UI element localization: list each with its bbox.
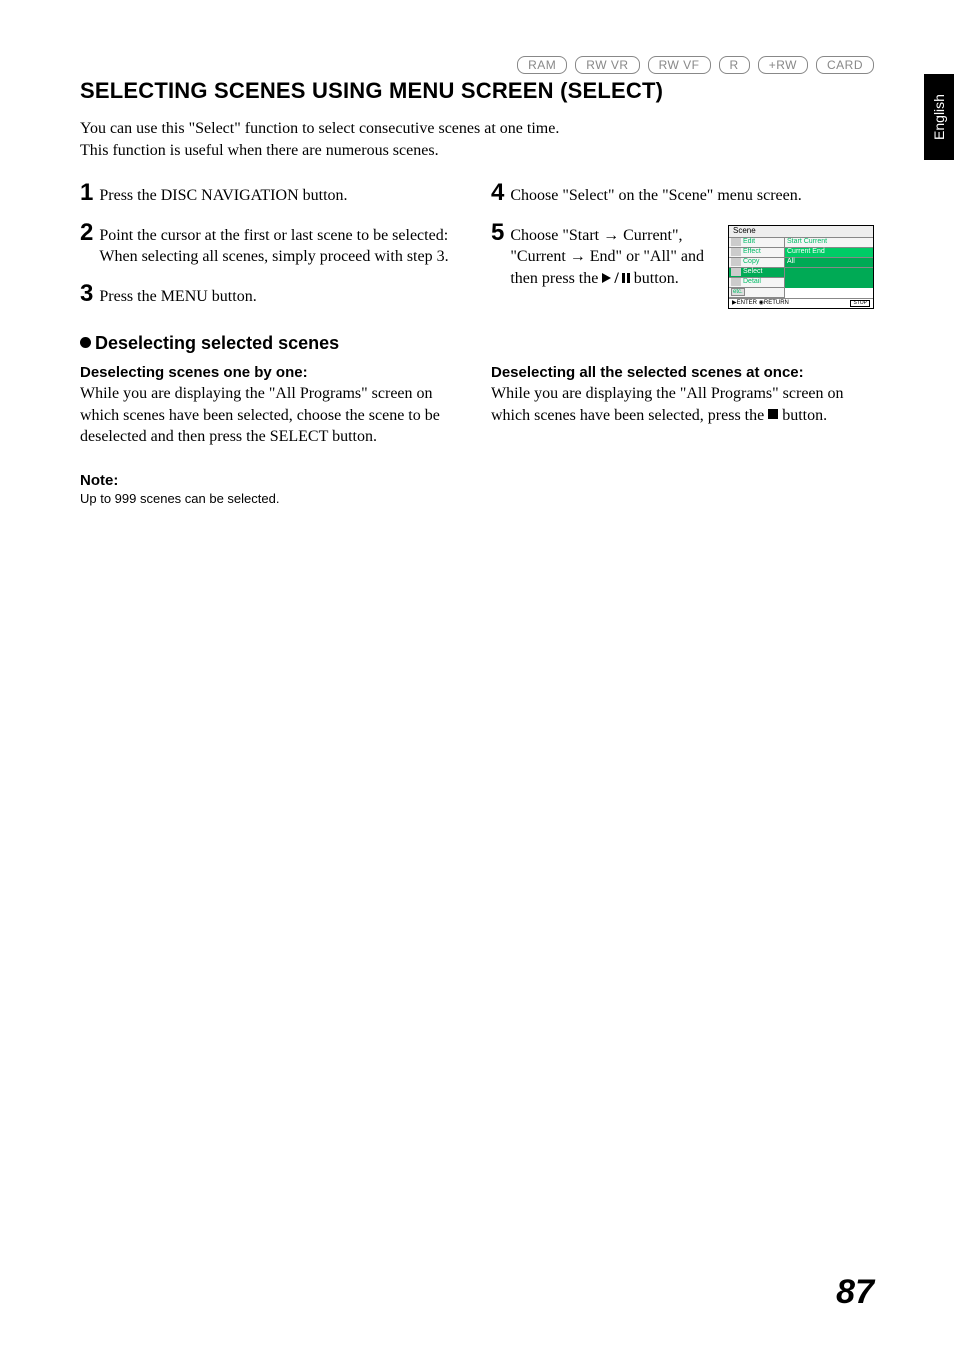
menu-title: Scene: [729, 226, 873, 238]
step-5-num: 5: [491, 221, 504, 309]
step-1-num: 1: [80, 181, 93, 207]
note-label: Note:: [80, 472, 118, 489]
page-title: SELECTING SCENES USING MENU SCREEN (SELE…: [80, 78, 874, 104]
step-1: 1 Press the DISC NAVIGATION button.: [80, 181, 463, 207]
note-body: Up to 999 scenes can be selected.: [80, 491, 279, 506]
menu-right-all: All: [785, 258, 873, 268]
badge-rwvf: RW VF: [648, 56, 711, 74]
intro-line-2: This function is useful when there are n…: [80, 140, 874, 162]
step-2-num: 2: [80, 221, 93, 268]
step-3-body: Press the MENU button.: [99, 282, 256, 308]
media-badges: RAM RW VR RW VF R +RW CARD: [80, 56, 874, 74]
menu-right-current-end: Current End: [785, 248, 873, 258]
menu-left-select: Select: [729, 268, 784, 278]
badge-r: R: [719, 56, 750, 74]
left-sec-title: Deselecting scenes one by one:: [80, 364, 463, 381]
step-5-text: Choose "Start → Current", "Current → End…: [510, 225, 718, 290]
right-sec-title: Deselecting all the selected scenes at o…: [491, 364, 874, 381]
menu-right-blank: [785, 268, 873, 288]
deselecting-heading: Deselecting selected scenes: [80, 333, 874, 354]
step-1-body: Press the DISC NAVIGATION button.: [99, 181, 347, 207]
step-4-num: 4: [491, 181, 504, 207]
menu-left-copy: Copy: [729, 258, 784, 268]
menu-left-etc: etc.: [729, 288, 784, 298]
stop-icon: [768, 409, 778, 419]
page-number: 87: [836, 1273, 874, 1312]
step-5: 5 Choose "Start → Current", "Current → E…: [491, 221, 874, 309]
menu-right-start-current: Start Current: [785, 238, 873, 248]
intro-text: You can use this "Select" function to se…: [80, 118, 874, 161]
note-block: Note: Up to 999 scenes can be selected.: [80, 472, 874, 508]
right-sec-body: While you are displaying the "All Progra…: [491, 383, 874, 426]
step-2: 2 Point the cursor at the first or last …: [80, 221, 463, 268]
left-sec-body: While you are displaying the "All Progra…: [80, 383, 463, 448]
right-sec-body-b: button.: [778, 407, 827, 424]
play-pause-icon: /: [602, 268, 629, 290]
step-4-body: Choose "Select" on the "Scene" menu scre…: [510, 181, 801, 207]
step-4: 4 Choose "Select" on the "Scene" menu sc…: [491, 181, 874, 207]
language-tab: English: [924, 74, 954, 160]
step-5b: button.: [630, 270, 679, 287]
menu-left-effect: Effect: [729, 248, 784, 258]
intro-line-1: You can use this "Select" function to se…: [80, 118, 874, 140]
bullet-icon: [80, 337, 91, 348]
badge-plusrw: +RW: [758, 56, 808, 74]
step-3: 3 Press the MENU button.: [80, 282, 463, 308]
menu-left-detail: Detail: [729, 278, 784, 288]
language-label: English: [931, 94, 947, 140]
step-3-num: 3: [80, 282, 93, 308]
menu-footer: ▶ENTER ◉RETURN STOP: [729, 298, 873, 309]
menu-left-edit: Edit: [729, 238, 784, 248]
badge-rwvr: RW VR: [575, 56, 639, 74]
scene-menu-screenshot: Scene Edit Effect Copy Select Detail etc…: [728, 225, 874, 309]
badge-card: CARD: [816, 56, 874, 74]
step-2-body: Point the cursor at the first or last sc…: [99, 221, 463, 268]
badge-ram: RAM: [517, 56, 567, 74]
